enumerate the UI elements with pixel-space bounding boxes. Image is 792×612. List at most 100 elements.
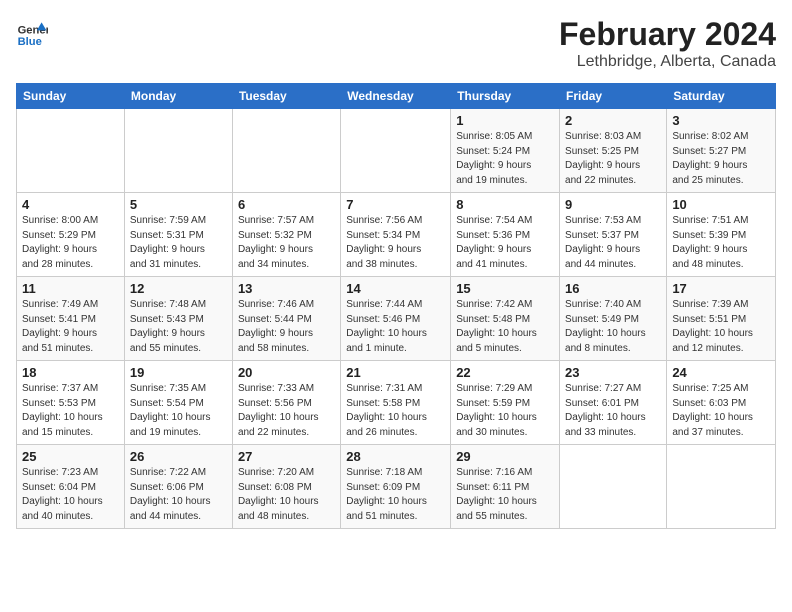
day-info: Sunrise: 7:42 AM Sunset: 5:48 PM Dayligh… xyxy=(456,298,554,356)
day-info: Sunrise: 7:35 AM Sunset: 5:54 PM Dayligh… xyxy=(130,382,227,440)
calendar-cell xyxy=(17,109,125,193)
location: Lethbridge, Alberta, Canada xyxy=(559,53,776,71)
day-info: Sunrise: 7:25 AM Sunset: 6:03 PM Dayligh… xyxy=(672,382,770,440)
day-info: Sunrise: 7:48 AM Sunset: 5:43 PM Dayligh… xyxy=(130,298,227,356)
day-number: 14 xyxy=(346,281,445,296)
day-number: 26 xyxy=(130,449,227,464)
day-info: Sunrise: 7:54 AM Sunset: 5:36 PM Dayligh… xyxy=(456,214,554,272)
calendar-cell xyxy=(560,445,667,529)
calendar-cell: 27 Sunrise: 7:20 AM Sunset: 6:08 PM Dayli… xyxy=(232,445,340,529)
day-info: Sunrise: 7:51 AM Sunset: 5:39 PM Dayligh… xyxy=(672,214,770,272)
day-info: Sunrise: 7:33 AM Sunset: 5:56 PM Dayligh… xyxy=(238,382,335,440)
day-info: Sunrise: 7:22 AM Sunset: 6:06 PM Dayligh… xyxy=(130,466,227,524)
day-number: 19 xyxy=(130,365,227,380)
calendar-cell: 22 Sunrise: 7:29 AM Sunset: 5:59 PM Dayli… xyxy=(451,361,560,445)
day-info: Sunrise: 8:03 AM Sunset: 5:25 PM Dayligh… xyxy=(565,130,661,188)
calendar-week-row: 25 Sunrise: 7:23 AM Sunset: 6:04 PM Dayli… xyxy=(17,445,776,529)
day-number: 18 xyxy=(22,365,119,380)
day-number: 21 xyxy=(346,365,445,380)
calendar-cell xyxy=(667,445,776,529)
day-number: 3 xyxy=(672,113,770,128)
day-number: 27 xyxy=(238,449,335,464)
day-info: Sunrise: 7:37 AM Sunset: 5:53 PM Dayligh… xyxy=(22,382,119,440)
day-number: 8 xyxy=(456,197,554,212)
day-number: 17 xyxy=(672,281,770,296)
calendar-cell: 4 Sunrise: 8:00 AM Sunset: 5:29 PM Daylig… xyxy=(17,193,125,277)
day-number: 2 xyxy=(565,113,661,128)
day-of-week-header: Friday xyxy=(560,84,667,109)
calendar-table: SundayMondayTuesdayWednesdayThursdayFrid… xyxy=(16,83,776,529)
calendar-cell: 23Sunrise: 7:27 AM Sunset: 6:01 PM Dayli… xyxy=(560,361,667,445)
calendar-cell xyxy=(124,109,232,193)
calendar-cell: 8 Sunrise: 7:54 AM Sunset: 5:36 PM Daylig… xyxy=(451,193,560,277)
logo-icon: General Blue xyxy=(16,16,48,48)
day-of-week-header: Thursday xyxy=(451,84,560,109)
day-number: 11 xyxy=(22,281,119,296)
day-number: 24 xyxy=(672,365,770,380)
page-header: General Blue General Blue February 2024 … xyxy=(16,16,776,71)
calendar-cell: 26 Sunrise: 7:22 AM Sunset: 6:06 PM Dayli… xyxy=(124,445,232,529)
title-block: February 2024 Lethbridge, Alberta, Canad… xyxy=(559,16,776,71)
day-of-week-header: Saturday xyxy=(667,84,776,109)
calendar-cell: 15 Sunrise: 7:42 AM Sunset: 5:48 PM Dayli… xyxy=(451,277,560,361)
day-number: 22 xyxy=(456,365,554,380)
calendar-cell xyxy=(232,109,340,193)
day-of-week-header: Monday xyxy=(124,84,232,109)
calendar-cell: 1 Sunrise: 8:05 AM Sunset: 5:24 PM Daylig… xyxy=(451,109,560,193)
day-number: 7 xyxy=(346,197,445,212)
day-of-week-header: Sunday xyxy=(17,84,125,109)
calendar-cell: 5Sunrise: 7:59 AM Sunset: 5:31 PM Daylig… xyxy=(124,193,232,277)
day-of-week-header: Tuesday xyxy=(232,84,340,109)
day-number: 12 xyxy=(130,281,227,296)
day-number: 6 xyxy=(238,197,335,212)
day-info: Sunrise: 7:40 AM Sunset: 5:49 PM Dayligh… xyxy=(565,298,661,356)
day-info: Sunrise: 7:20 AM Sunset: 6:08 PM Dayligh… xyxy=(238,466,335,524)
day-info: Sunrise: 7:23 AM Sunset: 6:04 PM Dayligh… xyxy=(22,466,119,524)
logo: General Blue General Blue xyxy=(16,16,48,48)
day-number: 20 xyxy=(238,365,335,380)
calendar-week-row: 11 Sunrise: 7:49 AM Sunset: 5:41 PM Dayli… xyxy=(17,277,776,361)
day-info: Sunrise: 7:16 AM Sunset: 6:11 PM Dayligh… xyxy=(456,466,554,524)
calendar-cell: 19 Sunrise: 7:35 AM Sunset: 5:54 PM Dayli… xyxy=(124,361,232,445)
day-number: 1 xyxy=(456,113,554,128)
calendar-cell xyxy=(341,109,451,193)
day-info: Sunrise: 7:56 AM Sunset: 5:34 PM Dayligh… xyxy=(346,214,445,272)
day-number: 15 xyxy=(456,281,554,296)
calendar-cell: 9Sunrise: 7:53 AM Sunset: 5:37 PM Daylig… xyxy=(560,193,667,277)
calendar-cell: 7 Sunrise: 7:56 AM Sunset: 5:34 PM Daylig… xyxy=(341,193,451,277)
day-number: 25 xyxy=(22,449,119,464)
day-number: 28 xyxy=(346,449,445,464)
calendar-cell: 12 Sunrise: 7:48 AM Sunset: 5:43 PM Dayli… xyxy=(124,277,232,361)
day-number: 10 xyxy=(672,197,770,212)
day-info: Sunrise: 7:49 AM Sunset: 5:41 PM Dayligh… xyxy=(22,298,119,356)
calendar-header-row: SundayMondayTuesdayWednesdayThursdayFrid… xyxy=(17,84,776,109)
day-number: 4 xyxy=(22,197,119,212)
day-info: Sunrise: 7:59 AM Sunset: 5:31 PM Dayligh… xyxy=(130,214,227,272)
day-info: Sunrise: 8:05 AM Sunset: 5:24 PM Dayligh… xyxy=(456,130,554,188)
calendar-cell: 25 Sunrise: 7:23 AM Sunset: 6:04 PM Dayli… xyxy=(17,445,125,529)
calendar-cell: 28Sunrise: 7:18 AM Sunset: 6:09 PM Dayli… xyxy=(341,445,451,529)
calendar-cell: 10 Sunrise: 7:51 AM Sunset: 5:39 PM Dayli… xyxy=(667,193,776,277)
calendar-cell: 14 Sunrise: 7:44 AM Sunset: 5:46 PM Dayli… xyxy=(341,277,451,361)
day-info: Sunrise: 8:00 AM Sunset: 5:29 PM Dayligh… xyxy=(22,214,119,272)
calendar-cell: 11 Sunrise: 7:49 AM Sunset: 5:41 PM Dayli… xyxy=(17,277,125,361)
calendar-cell: 20 Sunrise: 7:33 AM Sunset: 5:56 PM Dayli… xyxy=(232,361,340,445)
day-of-week-header: Wednesday xyxy=(341,84,451,109)
day-number: 13 xyxy=(238,281,335,296)
day-info: Sunrise: 7:29 AM Sunset: 5:59 PM Dayligh… xyxy=(456,382,554,440)
day-number: 16 xyxy=(565,281,661,296)
day-number: 9 xyxy=(565,197,661,212)
calendar-cell: 6 Sunrise: 7:57 AM Sunset: 5:32 PM Daylig… xyxy=(232,193,340,277)
day-info: Sunrise: 7:31 AM Sunset: 5:58 PM Dayligh… xyxy=(346,382,445,440)
calendar-cell: 18 Sunrise: 7:37 AM Sunset: 5:53 PM Dayli… xyxy=(17,361,125,445)
day-number: 29 xyxy=(456,449,554,464)
calendar-week-row: 1 Sunrise: 8:05 AM Sunset: 5:24 PM Daylig… xyxy=(17,109,776,193)
calendar-cell: 3Sunrise: 8:02 AM Sunset: 5:27 PM Daylig… xyxy=(667,109,776,193)
day-info: Sunrise: 7:44 AM Sunset: 5:46 PM Dayligh… xyxy=(346,298,445,356)
day-number: 23 xyxy=(565,365,661,380)
svg-text:Blue: Blue xyxy=(18,36,42,48)
month-year: February 2024 xyxy=(559,16,776,53)
calendar-cell: 16 Sunrise: 7:40 AM Sunset: 5:49 PM Dayli… xyxy=(560,277,667,361)
day-info: Sunrise: 7:57 AM Sunset: 5:32 PM Dayligh… xyxy=(238,214,335,272)
calendar-cell: 29 Sunrise: 7:16 AM Sunset: 6:11 PM Dayli… xyxy=(451,445,560,529)
